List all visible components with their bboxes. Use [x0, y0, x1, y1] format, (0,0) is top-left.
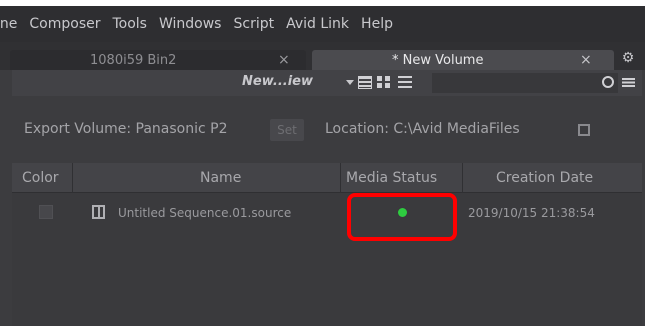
creation-date: 2019/10/15 21:38:54 [468, 206, 595, 220]
hamburger-menu-icon[interactable] [622, 78, 635, 87]
menu-item-help[interactable]: Help [361, 16, 393, 32]
column-divider[interactable] [72, 163, 73, 193]
frame-view-icon[interactable] [377, 76, 391, 89]
avid-media-composer-window: ine Composer Tools Windows Script Avid L… [0, 6, 645, 326]
menu-bar: ine Composer Tools Windows Script Avid L… [0, 6, 645, 42]
export-volume-label: Export Volume: Panasonic P2 [24, 121, 228, 137]
close-icon[interactable]: × [580, 52, 592, 68]
bin-view-name[interactable]: New...iew [242, 74, 313, 89]
list-view-icon[interactable] [398, 76, 412, 89]
sequence-icon [92, 205, 105, 219]
tab-new-volume[interactable]: * New Volume × [312, 50, 614, 70]
set-button[interactable]: Set [270, 119, 304, 141]
color-swatch[interactable] [39, 205, 53, 219]
tab-label: * New Volume [392, 52, 484, 68]
menu-item-windows[interactable]: Windows [159, 16, 222, 32]
column-divider[interactable] [462, 163, 463, 193]
table-row[interactable]: Untitled Sequence.01.source 2019/10/15 2… [12, 201, 642, 225]
column-header-media-status[interactable]: Media Status [346, 170, 437, 186]
text-view-icon[interactable] [358, 76, 372, 89]
menu-item-script[interactable]: Script [233, 16, 274, 32]
menu-item-avid-link[interactable]: Avid Link [286, 16, 349, 32]
column-header-creation-date[interactable]: Creation Date [496, 170, 593, 186]
tab-bar: 1080i59 Bin2 × * New Volume × ⚙ [0, 42, 645, 70]
tab-1080i59-bin2[interactable]: 1080i59 Bin2 × [10, 50, 306, 70]
search-icon[interactable] [602, 76, 614, 88]
bin-table: Color Name Media Status Creation Date Un… [12, 163, 642, 326]
location-label: Location: C:\Avid MediaFiles [325, 121, 520, 137]
folder-browse-icon[interactable] [578, 124, 590, 136]
menu-item-line[interactable]: ine [0, 16, 17, 32]
table-body: Untitled Sequence.01.source 2019/10/15 2… [12, 193, 642, 326]
column-divider[interactable] [340, 163, 341, 193]
menu-item-tools[interactable]: Tools [112, 16, 147, 32]
highlight-annotation-box [347, 193, 457, 241]
gear-icon[interactable]: ⚙ [619, 49, 637, 67]
bin-toolbar: New...iew [12, 70, 642, 96]
column-header-name[interactable]: Name [200, 170, 241, 186]
tab-label: 1080i59 Bin2 [90, 52, 177, 68]
search-input[interactable] [432, 73, 618, 93]
column-header-color[interactable]: Color [22, 170, 59, 186]
close-icon[interactable]: × [278, 52, 290, 68]
clip-name[interactable]: Untitled Sequence.01.source [118, 206, 291, 220]
menu-item-composer[interactable]: Composer [29, 16, 100, 32]
chevron-down-icon[interactable] [346, 80, 354, 85]
export-volume-bar: Export Volume: Panasonic P2 Set Location… [12, 118, 642, 142]
table-header: Color Name Media Status Creation Date [12, 163, 642, 193]
